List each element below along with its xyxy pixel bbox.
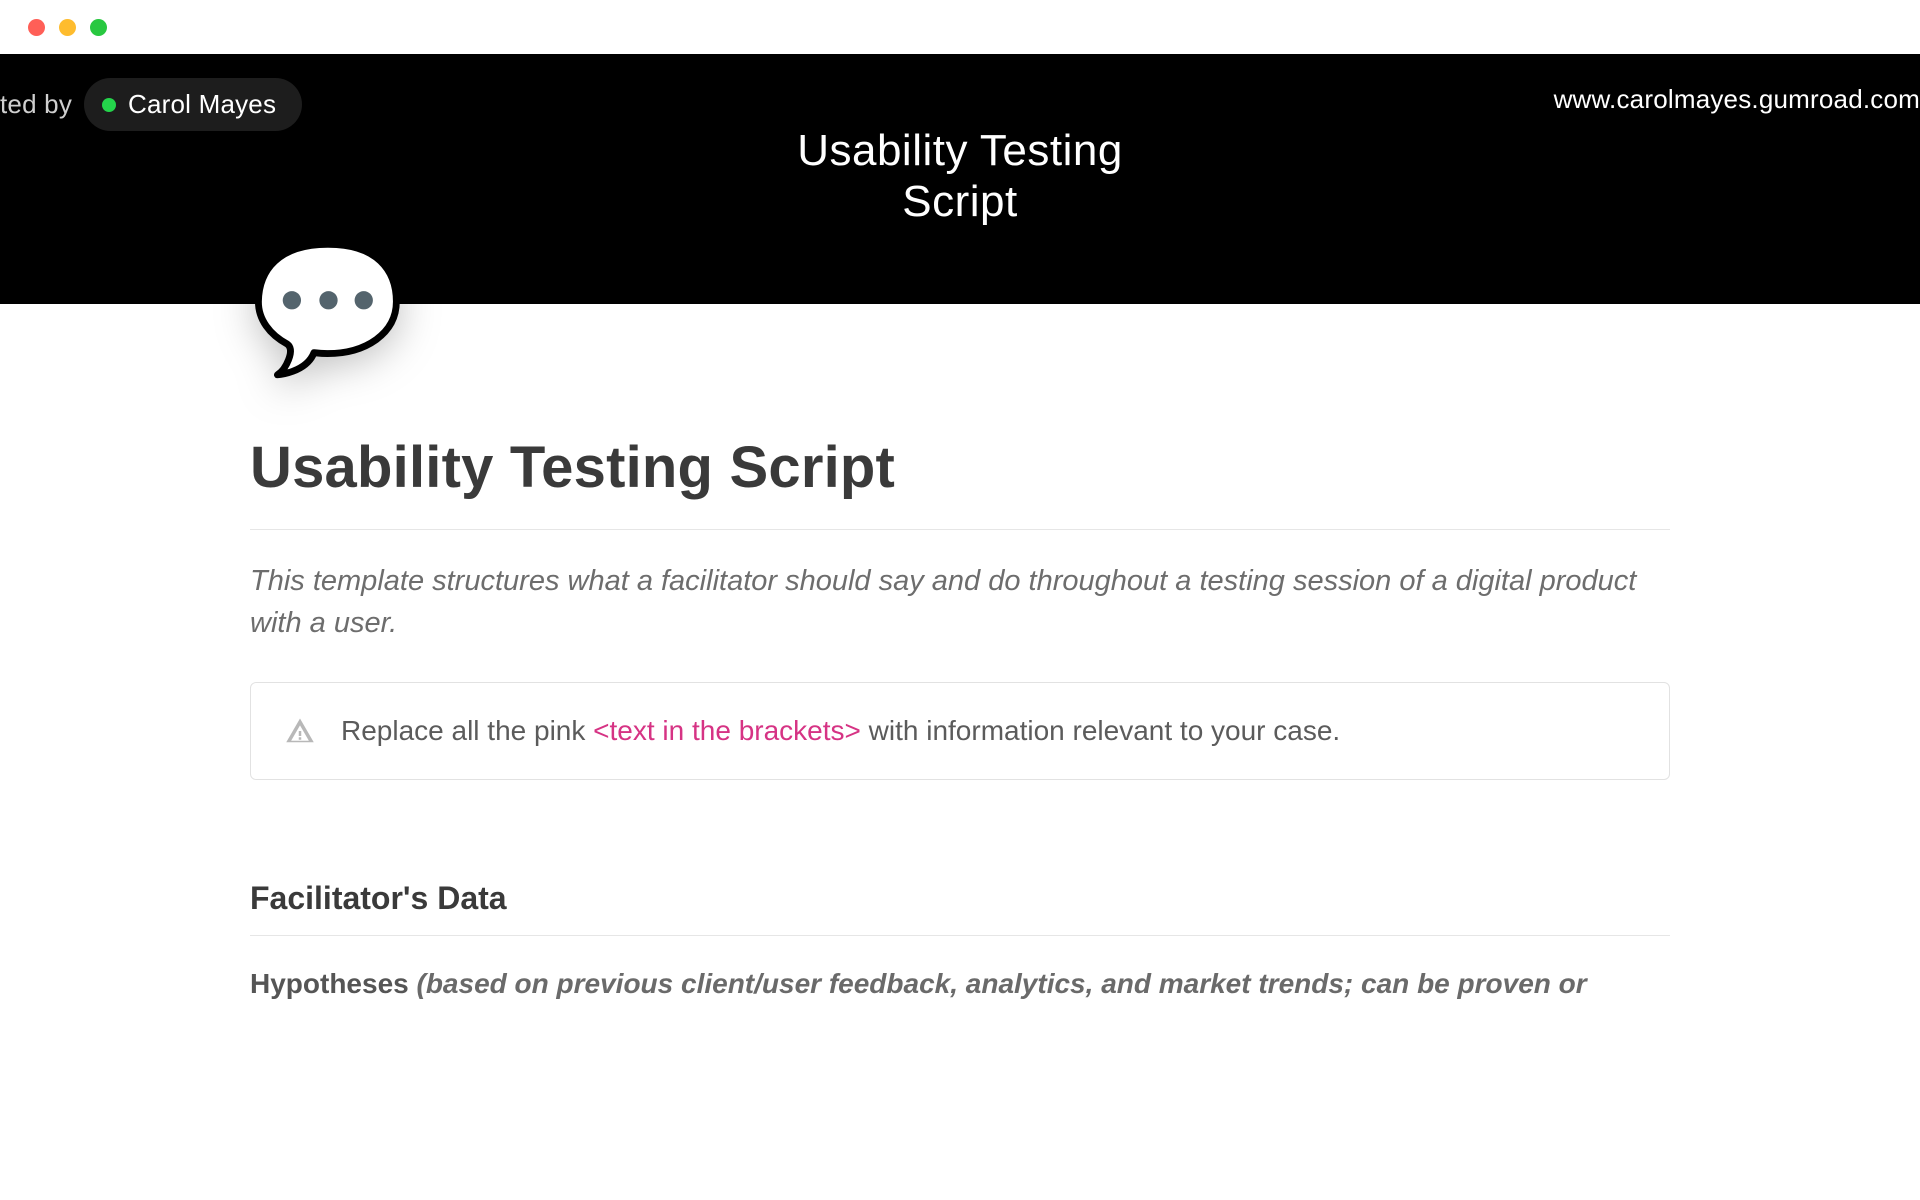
cover-title: Usability Testing Script bbox=[797, 126, 1123, 227]
hypotheses-paragraph: Hypotheses (based on previous client/use… bbox=[250, 964, 1670, 1003]
site-url[interactable]: www.carolmayes.gumroad.com bbox=[1554, 84, 1920, 115]
page-title: Usability Testing Script bbox=[250, 434, 1670, 501]
callout-prefix: Replace all the pink bbox=[341, 715, 593, 746]
author-name: Carol Mayes bbox=[128, 89, 276, 120]
callout-suffix: with information relevant to your case. bbox=[861, 715, 1340, 746]
traffic-light-zoom-icon[interactable] bbox=[90, 19, 107, 36]
intro-paragraph: This template structures what a facilita… bbox=[250, 560, 1670, 644]
created-by-label: ted by bbox=[0, 89, 72, 120]
cover-title-line2: Script bbox=[902, 177, 1017, 226]
section-heading-facilitator-data: Facilitator's Data bbox=[250, 880, 1670, 917]
callout-block: Replace all the pink <text in the bracke… bbox=[250, 682, 1670, 780]
traffic-light-close-icon[interactable] bbox=[28, 19, 45, 36]
mac-titlebar bbox=[0, 0, 1920, 54]
hypotheses-note: (based on previous client/user feedback,… bbox=[417, 968, 1587, 999]
author-chip[interactable]: Carol Mayes bbox=[84, 78, 302, 131]
warning-icon bbox=[285, 716, 315, 746]
hypotheses-label: Hypotheses bbox=[250, 968, 417, 999]
presence-dot-icon bbox=[102, 98, 116, 112]
callout-pink-text: <text in the brackets> bbox=[593, 715, 861, 746]
callout-text: Replace all the pink <text in the bracke… bbox=[341, 713, 1340, 749]
cover-title-line1: Usability Testing bbox=[797, 126, 1123, 175]
traffic-light-minimize-icon[interactable] bbox=[59, 19, 76, 36]
divider bbox=[250, 935, 1670, 936]
divider bbox=[250, 529, 1670, 530]
document-body: Usability Testing Script This template s… bbox=[250, 304, 1670, 1004]
created-by-wrap: ted by Carol Mayes bbox=[0, 78, 302, 131]
